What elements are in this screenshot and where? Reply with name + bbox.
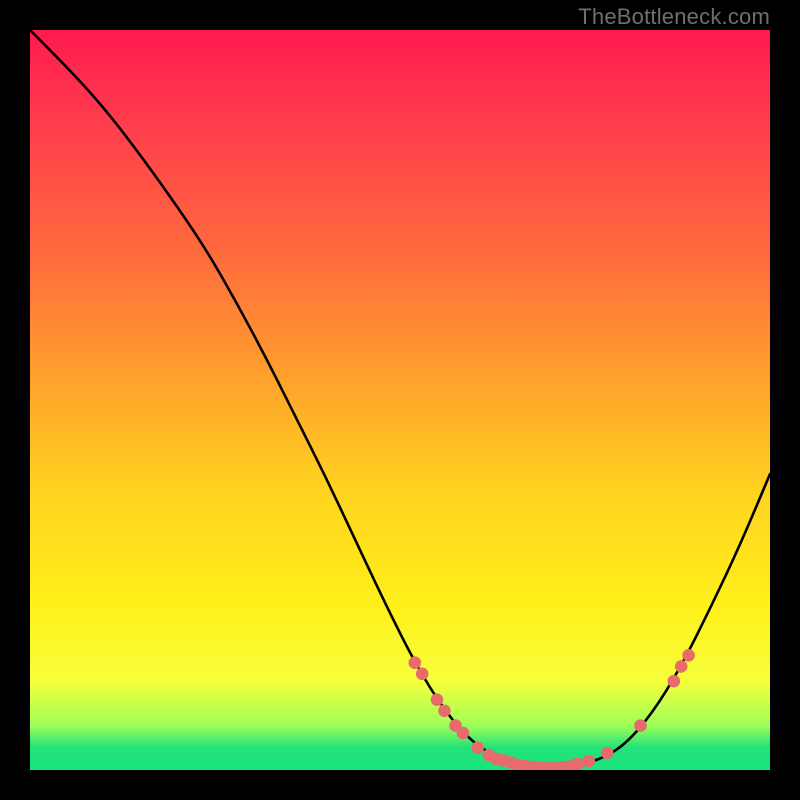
main-curve xyxy=(30,30,770,767)
curve-markers xyxy=(409,649,695,770)
curve-marker xyxy=(471,742,484,755)
curve-marker xyxy=(668,675,681,688)
chart-overlay xyxy=(30,30,770,770)
curve-marker xyxy=(457,727,470,740)
curve-marker xyxy=(571,758,584,770)
curve-marker xyxy=(675,660,688,673)
curve-marker xyxy=(682,649,695,662)
curve-marker xyxy=(438,705,451,718)
attribution-text: TheBottleneck.com xyxy=(578,4,770,30)
plot-area xyxy=(30,30,770,770)
curve-marker xyxy=(416,668,429,681)
curve-marker xyxy=(601,747,614,760)
chart-frame: TheBottleneck.com xyxy=(0,0,800,800)
curve-marker xyxy=(431,693,444,706)
curve-marker xyxy=(634,719,647,732)
curve-marker xyxy=(409,656,422,669)
curve-marker xyxy=(582,755,595,768)
